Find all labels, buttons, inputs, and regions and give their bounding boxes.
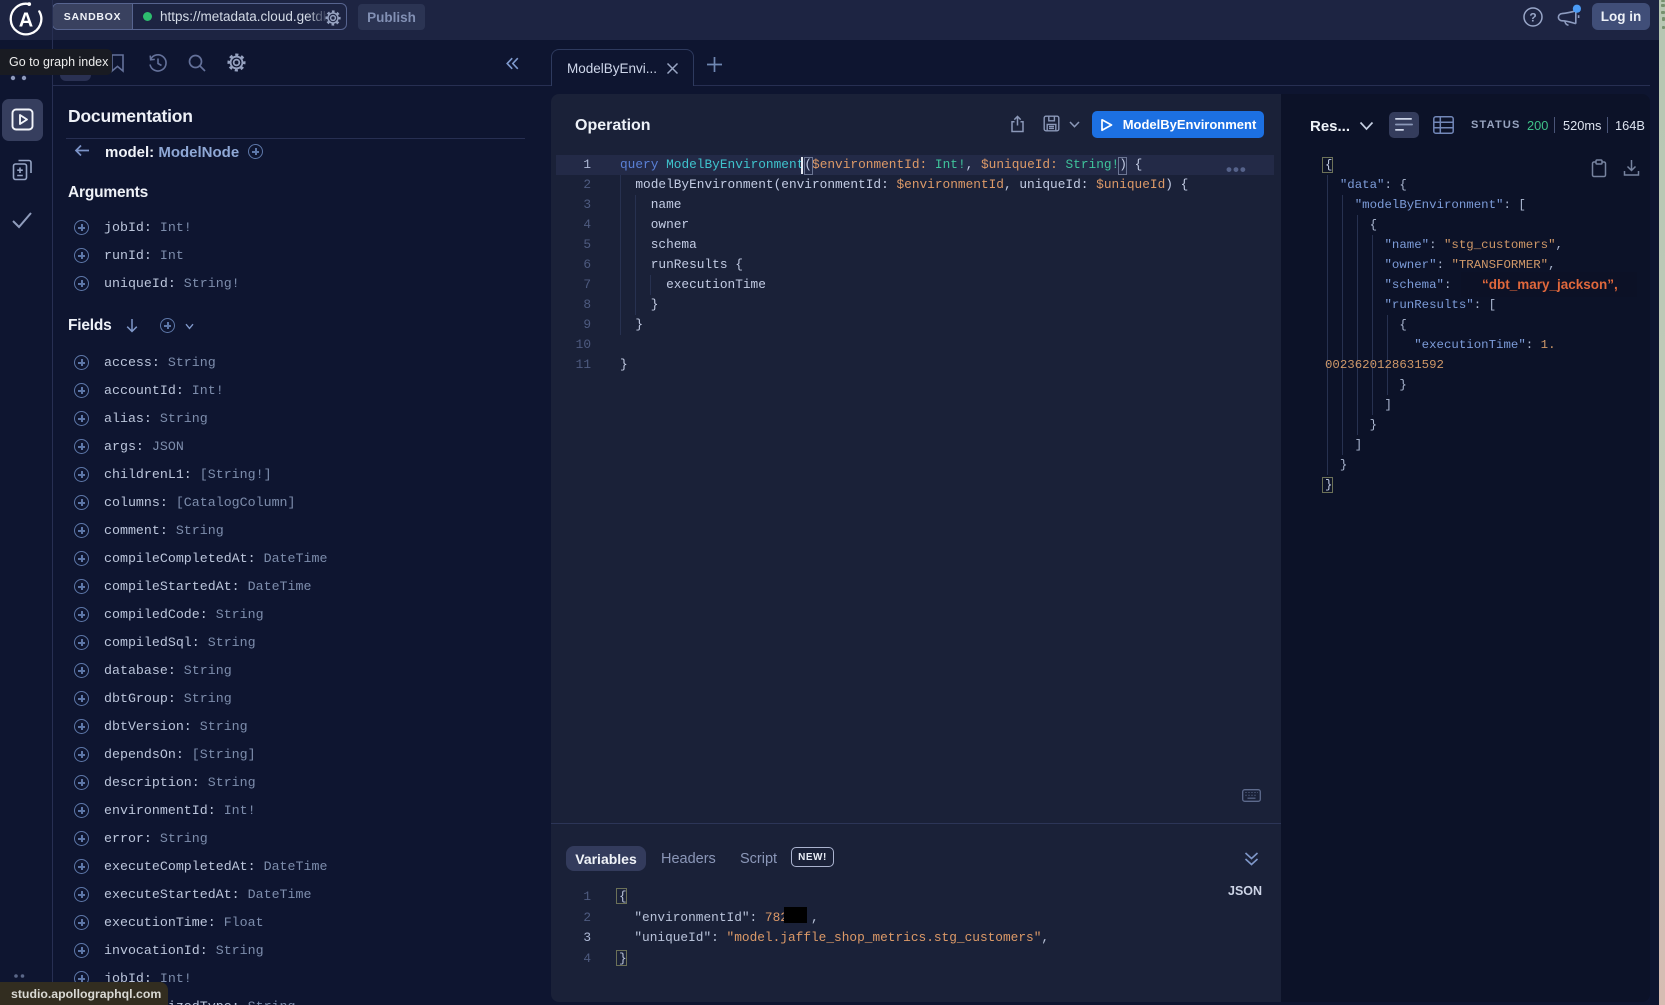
svg-text:?: ? [1529,10,1536,24]
svg-text:A: A [19,10,33,32]
